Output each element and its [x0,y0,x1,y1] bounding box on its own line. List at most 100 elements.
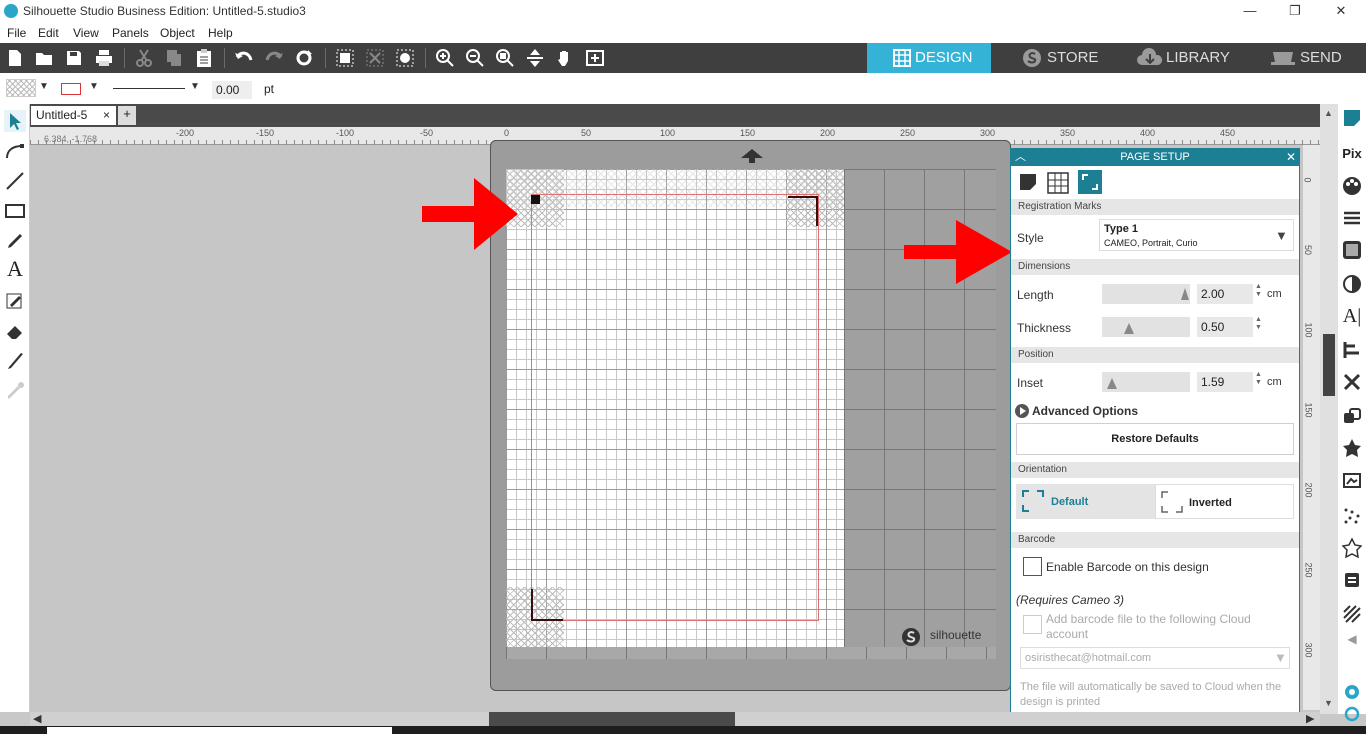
align-icon[interactable] [1342,340,1362,360]
pan-hand-icon[interactable] [555,48,575,68]
eyedropper-icon[interactable] [4,380,26,402]
point-edit-icon[interactable] [4,140,26,162]
thickness-input[interactable]: 0.50 [1197,317,1253,337]
undo-icon[interactable] [234,48,254,68]
zoom-select-icon[interactable] [495,48,515,68]
advanced-options-expand-icon[interactable] [1015,404,1029,418]
menu-file[interactable]: File [7,26,26,40]
cloud-account-dropdown[interactable]: osiristhecat@hotmail.com ▼ [1020,647,1290,669]
enable-barcode-checkbox[interactable] [1023,557,1042,576]
line-tool-icon[interactable] [4,170,26,192]
fill-color-swatch[interactable] [6,79,36,97]
horizontal-scrollbar-thumb[interactable] [489,712,735,726]
document-tab-close-icon[interactable]: × [103,108,110,122]
new-tab-button[interactable]: + [118,106,136,125]
zoom-out-icon[interactable] [465,48,485,68]
settings-gear-icon[interactable] [1342,682,1362,702]
replicate-icon[interactable] [1342,406,1362,426]
redraw-icon[interactable] [294,48,314,68]
orientation-default-option[interactable]: Default [1016,484,1155,519]
orientation-inverted-option[interactable]: Inverted [1155,484,1294,519]
length-slider[interactable] [1102,284,1190,304]
deselect-icon[interactable] [365,48,385,68]
fill-panel-icon[interactable] [1342,240,1362,260]
zoom-fit-icon[interactable] [585,48,605,68]
transparency-icon[interactable] [1342,274,1362,294]
sync-icon[interactable] [1342,704,1362,724]
library-panel-icon[interactable] [1342,570,1362,590]
eraser-icon[interactable] [4,320,26,342]
tab-send[interactable]: SEND [1242,43,1366,73]
sketch-panel-icon[interactable] [1342,506,1362,526]
menu-edit[interactable]: Edit [38,26,59,40]
print-icon[interactable] [94,48,114,68]
collapse-chevron-icon[interactable]: ︿ [1015,149,1026,166]
inset-slider[interactable] [1102,372,1190,392]
horizontal-scrollbar[interactable]: ◀ ▶ [30,712,1320,726]
vertical-scrollbar[interactable]: ▲ ▼ [1320,104,1338,714]
transform-icon[interactable] [1342,372,1362,392]
panel-close-icon[interactable]: ✕ [1286,149,1296,166]
knife-tool-icon[interactable] [4,350,26,372]
rectangle-tool-icon[interactable] [4,200,26,222]
draw-tool-icon[interactable] [4,230,26,252]
open-folder-icon[interactable] [34,48,54,68]
document-tab[interactable]: Untitled-5 × [31,106,116,125]
sketch-tool-icon[interactable] [4,290,26,312]
text-tool-icon[interactable]: A [4,258,26,280]
line-color-swatch[interactable] [61,83,81,95]
tab-library[interactable]: LIBRARY [1116,43,1240,73]
scroll-right-icon[interactable]: ▶ [1306,712,1314,725]
menu-panels[interactable]: Panels [112,26,149,40]
inset-spinner-icon[interactable]: ▲ ▼ [1255,371,1262,387]
registration-marks-tab-icon[interactable] [1078,170,1102,194]
star-outline-icon[interactable] [1342,538,1362,558]
menu-view[interactable]: View [73,26,99,40]
scroll-left-icon[interactable]: ◀ [33,712,41,725]
line-style-preview[interactable] [113,88,185,89]
length-input[interactable]: 2.00 [1197,284,1253,304]
palette-icon[interactable] [1342,176,1362,196]
zoom-in-icon[interactable] [435,48,455,68]
new-file-icon[interactable] [5,48,25,68]
fit-to-page-icon[interactable] [525,48,545,68]
scroll-down-icon[interactable]: ▼ [1324,698,1333,708]
thickness-slider[interactable] [1102,317,1190,337]
menu-help[interactable]: Help [208,26,233,40]
line-style-panel-icon[interactable] [1342,208,1362,228]
redo-icon[interactable] [264,48,284,68]
design-page[interactable] [506,169,844,647]
restore-button[interactable]: ❐ [1285,2,1305,20]
scroll-up-icon[interactable]: ▲ [1324,108,1333,118]
select-by-color-icon[interactable] [395,48,415,68]
paste-icon[interactable] [194,48,214,68]
length-spinner-icon[interactable]: ▲ ▼ [1255,283,1262,299]
fill-dropdown-arrow-icon[interactable]: ▼ [39,81,49,92]
star-badge-icon[interactable] [1342,438,1362,458]
copy-icon[interactable] [164,48,184,68]
vertical-scrollbar-thumb[interactable] [1323,334,1335,396]
thickness-spinner-icon[interactable]: ▲ ▼ [1255,316,1262,332]
pixscan-icon[interactable]: Pix [1342,144,1362,164]
inset-input[interactable]: 1.59 [1197,372,1253,392]
line-color-dropdown-icon[interactable]: ▼ [89,81,99,92]
restore-defaults-button[interactable]: Restore Defaults [1016,423,1294,455]
style-dropdown[interactable]: Type 1 CAMEO, Portrait, Curio ▼ [1099,219,1294,251]
save-icon[interactable] [64,48,84,68]
line-width-input[interactable]: 0.00 [212,81,252,99]
tab-design[interactable]: DESIGN [867,43,991,73]
cut-icon[interactable] [134,48,154,68]
tab-store[interactable]: STORE [992,43,1116,73]
grid-settings-tab-icon[interactable] [1047,172,1069,194]
select-all-icon[interactable] [335,48,355,68]
hatch-fill-icon[interactable] [1342,604,1362,624]
line-style-dropdown-icon[interactable]: ▼ [190,81,200,92]
close-button[interactable]: ✕ [1331,2,1351,20]
minimize-button[interactable]: — [1240,2,1260,20]
collapse-panels-icon[interactable]: ◀ [1342,632,1362,652]
menu-object[interactable]: Object [160,26,195,40]
page-setup-panel-icon[interactable] [1342,108,1362,128]
advanced-options-label[interactable]: Advanced Options [1032,404,1138,418]
page-setup-tab-icon[interactable] [1018,172,1038,192]
text-style-icon[interactable]: A| [1342,306,1362,326]
